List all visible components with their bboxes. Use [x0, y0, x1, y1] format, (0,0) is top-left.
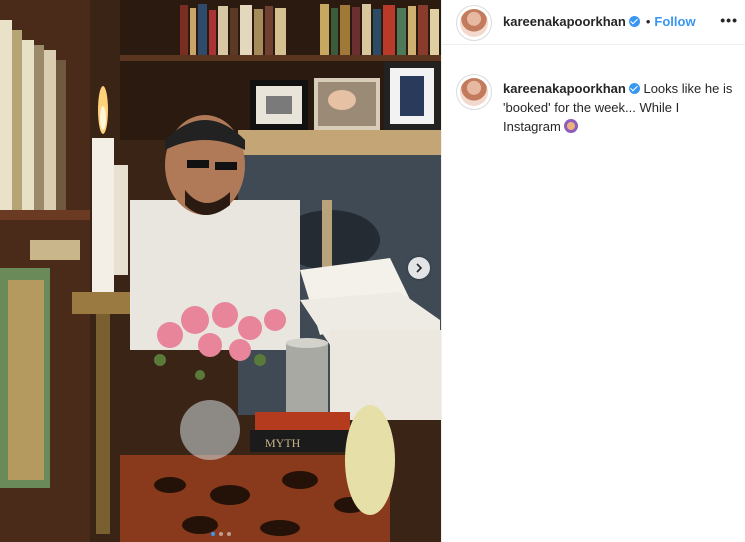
caption-username[interactable]: kareenakapoorkhan [503, 81, 626, 96]
post-header: kareenakapoorkhan • Follow ••• [442, 0, 745, 45]
separator-dot: • [645, 14, 651, 29]
instagram-post: MYTH kareenakapoorkhan • Follow ••• kare… [0, 0, 745, 542]
woman-emoji-icon [563, 119, 578, 133]
avatar[interactable] [456, 5, 492, 41]
post-sidebar: kareenakapoorkhan • Follow ••• kareenakapo… [441, 0, 745, 542]
caption-avatar[interactable] [456, 74, 492, 110]
carousel-dot [226, 532, 231, 536]
book-spine-text: MYTH [265, 436, 301, 450]
carousel-indicator [0, 532, 441, 536]
header-username[interactable]: kareenakapoorkhan [503, 14, 626, 29]
avatar-image [460, 78, 488, 106]
next-photo-button[interactable] [408, 257, 430, 279]
carousel-dot [218, 532, 223, 536]
chevron-right-icon [416, 263, 423, 273]
header-line: kareenakapoorkhan • Follow [503, 14, 696, 29]
avatar-image [460, 9, 488, 37]
carousel-dot [210, 532, 215, 536]
post-photo[interactable]: MYTH [0, 0, 441, 542]
photo-artwork: MYTH [0, 0, 441, 542]
follow-button[interactable]: Follow [654, 14, 695, 29]
verified-icon [628, 16, 640, 27]
verified-icon [628, 83, 640, 94]
more-options-icon[interactable]: ••• [720, 12, 738, 28]
caption-body: kareenakapoorkhan Looks like he is 'book… [503, 79, 733, 136]
